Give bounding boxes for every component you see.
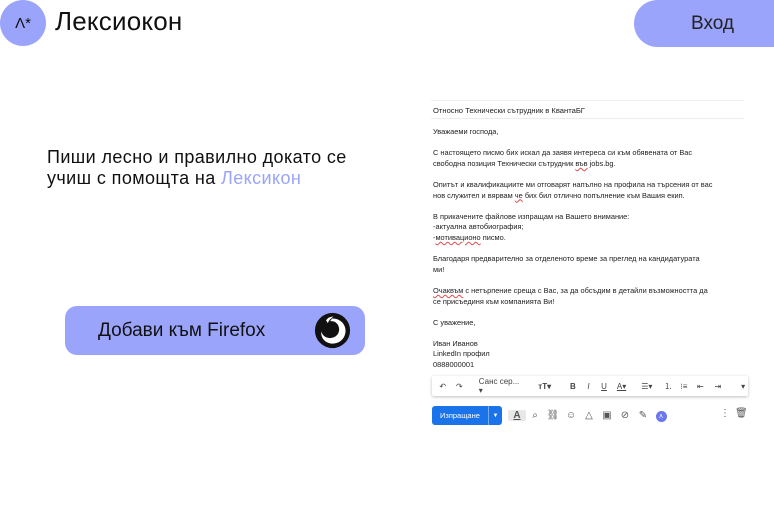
add-to-firefox-label: Добави към Firefox	[98, 320, 266, 341]
more-formatting-icon[interactable]: ▾	[738, 382, 748, 391]
spelling-error[interactable]: мотивационо	[435, 233, 480, 242]
logo-mark: Λ*	[15, 14, 31, 32]
email-text: бих бил отлично попълнение към Вашия еки…	[522, 190, 685, 200]
chevron-down-icon[interactable]: ▼	[488, 406, 502, 425]
firefox-icon	[314, 312, 351, 349]
bulleted-list-icon[interactable]: ⁝≡	[676, 382, 692, 391]
signature-phone: 0888000001	[433, 360, 475, 370]
italic-icon[interactable]: I	[581, 382, 597, 391]
text-color-icon[interactable]: A▾	[612, 382, 631, 391]
compose-actions: A ⌕ ⛓ ☺ △ ▣ ⊘ ✎ ʌ	[508, 407, 670, 424]
indent-less-icon[interactable]: ⇤	[692, 382, 710, 391]
login-label: Вход	[691, 12, 734, 34]
email-line: Опитът и квалификациите ми отговарят нап…	[433, 179, 713, 189]
link-icon[interactable]: ⛓	[544, 410, 562, 421]
spelling-error[interactable]: Очаквъм	[433, 286, 463, 295]
email-line: ми!	[433, 264, 445, 274]
emoji-icon[interactable]: ☺	[562, 410, 580, 421]
numbered-list-icon[interactable]: ⒈	[660, 381, 676, 392]
email-body[interactable]: Уважаеми господа, С настоящето писмо бих…	[433, 127, 749, 371]
email-line: Очаквъм с нетърпение среща с Вас, за да …	[433, 286, 749, 297]
signature-link[interactable]: LinkedIn профил	[433, 349, 749, 360]
attach-icon[interactable]: ⌕	[526, 410, 544, 421]
trash-icon[interactable]: 🗑	[735, 408, 748, 419]
hero-headline: Пиши лесно и правилно докато се учиш с п…	[47, 147, 407, 189]
add-to-firefox-button[interactable]: Добави към Firefox	[65, 306, 365, 355]
email-line: Благодаря предварително за отделеното вр…	[433, 254, 700, 264]
hero-line-2-text: учиш с помощта на	[47, 168, 222, 188]
login-button[interactable]: Вход	[634, 0, 774, 47]
underline-icon[interactable]: U	[596, 382, 612, 391]
email-text: писмо.	[480, 232, 506, 242]
redo-icon[interactable]: ↷	[452, 382, 468, 391]
divider	[431, 118, 744, 119]
email-line: С настоящето писмо бих искал да заявя ин…	[433, 148, 693, 158]
hero-line-2: учиш с помощта на Лексикон	[47, 168, 407, 189]
email-line: свободна позиция Технически сътрудник въ…	[433, 159, 749, 170]
formatting-options-icon[interactable]: A	[508, 410, 526, 421]
confidential-icon[interactable]: ⊘	[616, 410, 634, 421]
hero-accent-brand: Лексикон	[221, 168, 302, 188]
drive-icon[interactable]: △	[580, 410, 598, 421]
spelling-error[interactable]: във	[575, 159, 587, 168]
align-icon[interactable]: ☰▾	[637, 382, 656, 391]
more-options-icon[interactable]: ⋮	[720, 408, 730, 419]
email-line: В прикачените файлове изпращам на Вашето…	[433, 211, 630, 221]
hero-line-1: Пиши лесно и правилно докато се	[47, 147, 347, 167]
email-closing: С уважение,	[433, 317, 476, 327]
email-text: нов служител и вярвам	[433, 190, 515, 200]
email-greeting: Уважаеми господа,	[433, 127, 499, 136]
email-text: свободна позиция Технически сътрудник	[433, 158, 576, 168]
email-line: -актуална автобиография;	[433, 222, 524, 232]
brand-name: Лексиокон	[55, 6, 183, 36]
font-family-select[interactable]: Санс сер... ▾	[479, 377, 525, 395]
undo-icon[interactable]: ↶	[434, 382, 452, 391]
font-family-label: Санс сер...	[478, 377, 520, 386]
email-text: jobs.bg.	[587, 158, 616, 168]
bold-icon[interactable]: B	[565, 382, 581, 391]
send-label: Изпращане	[440, 411, 480, 420]
email-line: се присъединя към компанията Ви!	[433, 296, 555, 306]
email-subject[interactable]: Относно Технически сътрудник в КвантаБГ	[433, 106, 585, 117]
email-line: нов служител и вярвам че бих бил отлично…	[433, 191, 749, 202]
email-text: с нетърпение среща с Вас, за да обсъдим …	[463, 285, 708, 295]
send-button[interactable]: Изпращане ▼	[432, 406, 502, 425]
logo-badge[interactable]: Λ*	[0, 0, 46, 46]
indent-more-icon[interactable]: ⇥	[709, 382, 727, 391]
font-size-icon[interactable]: ᴛT▾	[534, 382, 555, 391]
signature-name: Иван Иванов	[433, 338, 478, 348]
lexicon-extension-icon[interactable]: ʌ	[652, 410, 670, 422]
photo-icon[interactable]: ▣	[598, 410, 616, 421]
spelling-error[interactable]: че	[515, 191, 523, 200]
divider	[431, 100, 744, 101]
signature-icon[interactable]: ✎	[634, 410, 652, 421]
email-line: -мотивационо писмо.	[433, 233, 749, 244]
formatting-toolbar: ↶ ↷ Санс сер... ▾ ᴛT▾ B I U A▾ ☰▾ ⒈ ⁝≡ ⇤…	[432, 376, 748, 396]
